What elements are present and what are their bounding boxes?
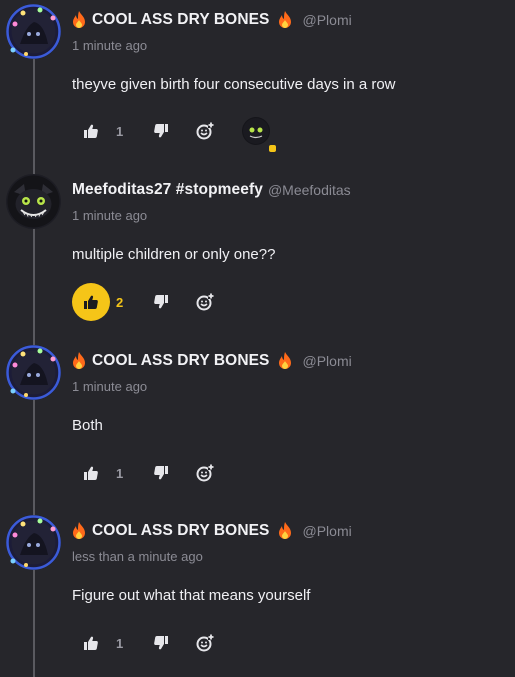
comment-header: COOL ASS DRY BONES @Plomi xyxy=(72,352,352,370)
reaction-badge xyxy=(269,145,276,152)
timestamp: 1 minute ago xyxy=(72,208,148,223)
avatar[interactable] xyxy=(6,4,61,59)
username[interactable]: COOL ASS DRY BONES xyxy=(92,522,270,540)
timestamp: less than a minute ago xyxy=(72,549,203,564)
like-button[interactable] xyxy=(72,283,110,321)
thumbs-down-icon xyxy=(154,124,168,138)
add-reaction-button[interactable] xyxy=(186,112,224,150)
add-reaction-button[interactable] xyxy=(186,283,224,321)
flame-icon xyxy=(73,522,85,539)
comment-header: COOL ASS DRY BONES @Plomi xyxy=(72,11,352,29)
like-button[interactable] xyxy=(72,112,110,150)
comment-header: COOL ASS DRY BONES @Plomi xyxy=(72,522,352,540)
like-count: 1 xyxy=(116,635,124,651)
add-reaction-icon xyxy=(196,634,214,652)
flame-icon xyxy=(278,11,291,28)
user-handle[interactable]: @Plomi xyxy=(303,12,352,28)
dislike-button[interactable] xyxy=(142,112,180,150)
comment-actions: 2 xyxy=(72,283,224,321)
like-button[interactable] xyxy=(72,624,110,662)
avatar[interactable] xyxy=(6,345,61,400)
avatar[interactable] xyxy=(6,515,61,570)
user-handle[interactable]: @Plomi xyxy=(303,353,352,369)
avatar[interactable] xyxy=(6,174,61,229)
thumbs-up-icon xyxy=(84,466,98,480)
add-reaction-button[interactable] xyxy=(186,454,224,492)
username[interactable]: COOL ASS DRY BONES xyxy=(92,352,270,370)
like-count: 2 xyxy=(116,294,124,310)
dislike-button[interactable] xyxy=(142,283,180,321)
user-handle[interactable]: @Plomi xyxy=(303,523,352,539)
timestamp: 1 minute ago xyxy=(72,379,148,394)
add-reaction-icon xyxy=(196,122,214,140)
thumbs-up-icon xyxy=(84,636,98,650)
comment-actions: 1 xyxy=(72,454,224,492)
flame-icon xyxy=(278,522,291,539)
like-count: 1 xyxy=(116,465,124,481)
username[interactable]: Meefoditas27 #stopmeefy xyxy=(72,181,263,199)
like-count: 1 xyxy=(116,123,124,139)
thumbs-up-icon xyxy=(84,295,98,309)
comment-thread: COOL ASS DRY BONES @Plomi 1 minute ago t… xyxy=(0,0,515,677)
add-reaction-icon xyxy=(196,464,214,482)
comment-text: multiple children or only one?? xyxy=(72,246,276,263)
dislike-button[interactable] xyxy=(142,454,180,492)
comment-actions: 1 xyxy=(72,112,276,152)
comment-actions: 1 xyxy=(72,624,224,662)
username[interactable]: COOL ASS DRY BONES xyxy=(92,11,270,29)
like-button[interactable] xyxy=(72,454,110,492)
reactor-avatar[interactable] xyxy=(242,117,276,152)
comment-text: Both xyxy=(72,417,103,434)
thumbs-up-icon xyxy=(84,124,98,138)
comment-header: Meefoditas27 #stopmeefy @Meefoditas xyxy=(72,181,351,199)
dislike-button[interactable] xyxy=(142,624,180,662)
flame-icon xyxy=(73,352,85,369)
thumbs-down-icon xyxy=(154,295,168,309)
comment-text: Figure out what that means yourself xyxy=(72,587,311,604)
flame-icon xyxy=(73,11,85,28)
timestamp: 1 minute ago xyxy=(72,38,148,53)
add-reaction-icon xyxy=(196,293,214,311)
user-handle[interactable]: @Meefoditas xyxy=(268,182,351,198)
thumbs-down-icon xyxy=(154,466,168,480)
comment-text: theyve given birth four consecutive days… xyxy=(72,76,396,93)
add-reaction-button[interactable] xyxy=(186,624,224,662)
thumbs-down-icon xyxy=(154,636,168,650)
flame-icon xyxy=(278,352,291,369)
